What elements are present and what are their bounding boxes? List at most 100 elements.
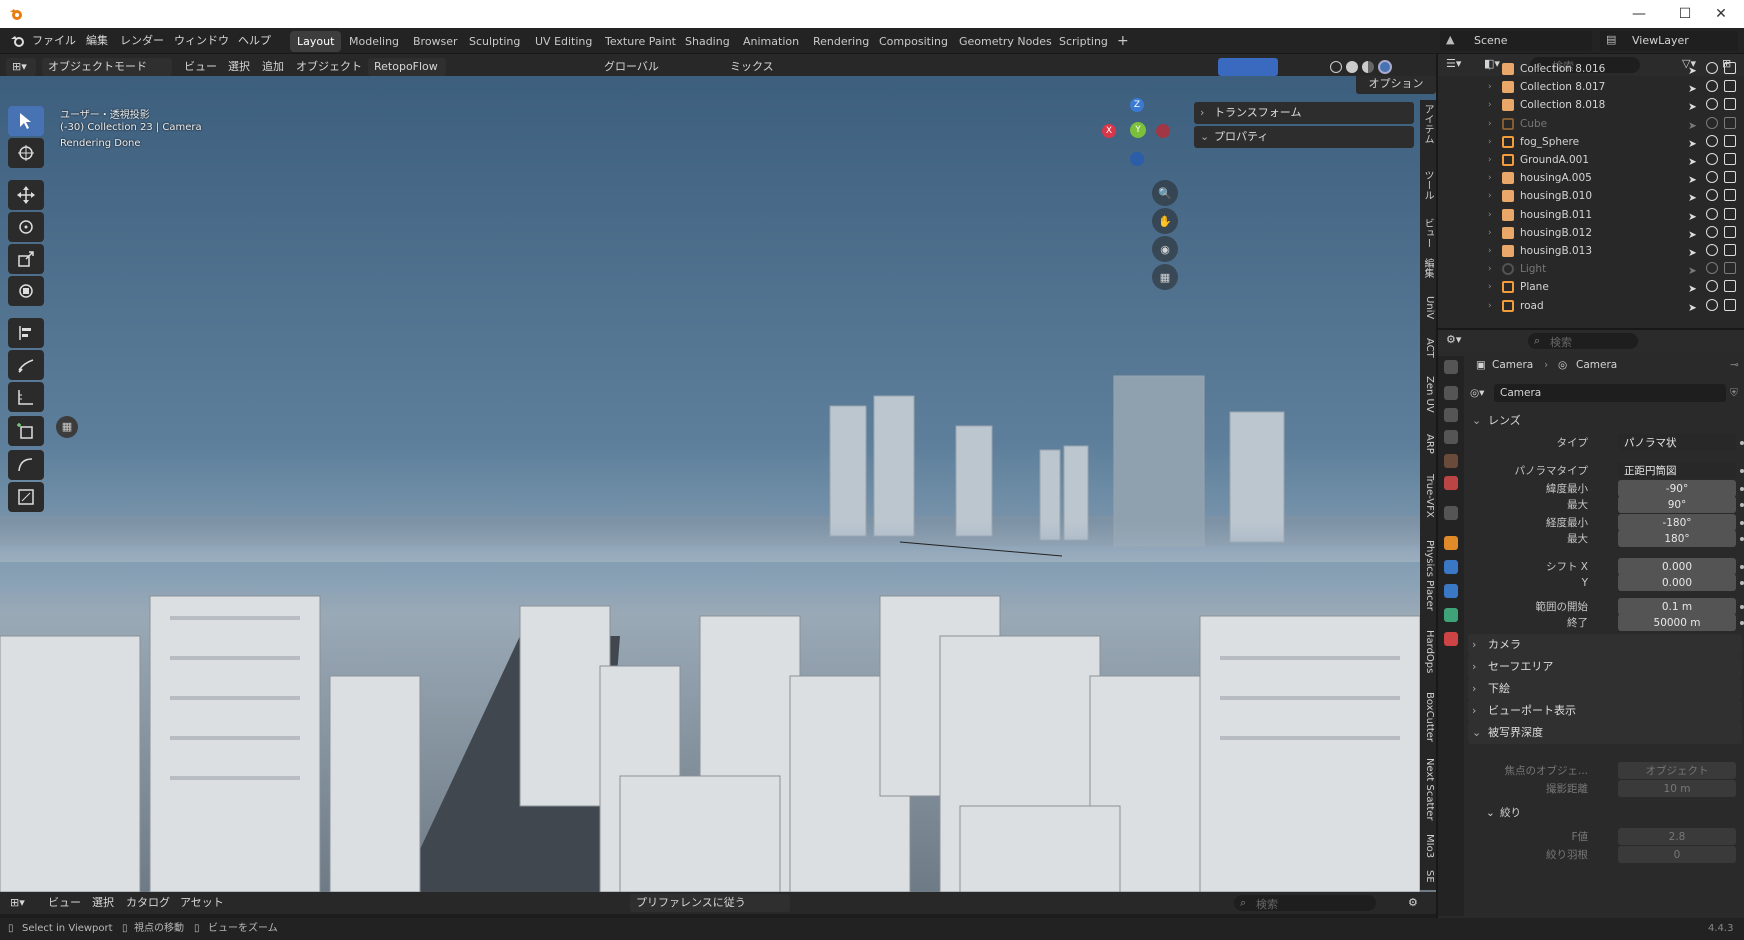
expand-arrow-icon[interactable]: › bbox=[1488, 260, 1492, 278]
tool-tab-icon[interactable] bbox=[1444, 360, 1458, 374]
lens-field-value[interactable]: 0.000 bbox=[1618, 574, 1736, 591]
select-arrow-icon[interactable]: ➤ bbox=[1688, 226, 1700, 241]
tab-texture-paint[interactable]: Texture Paint bbox=[598, 31, 683, 52]
lens-field-value[interactable]: 0.1 m bbox=[1618, 598, 1736, 615]
outliner-row[interactable]: › Light ➤ bbox=[1438, 260, 1744, 278]
tab-sculpting[interactable]: Sculpting bbox=[462, 31, 527, 52]
camera-render-icon[interactable] bbox=[1724, 298, 1736, 311]
expand-arrow-icon[interactable]: › bbox=[1488, 187, 1492, 205]
tab-view[interactable]: ビュー bbox=[1421, 218, 1435, 248]
retopoflow-dropdown[interactable]: RetopoFlow bbox=[368, 58, 446, 76]
expand-arrow-icon[interactable]: › bbox=[1488, 151, 1492, 169]
pan-hand-icon[interactable]: ✋ bbox=[1152, 208, 1178, 234]
select-arrow-icon[interactable]: ➤ bbox=[1688, 262, 1700, 277]
outliner-row[interactable]: › housingB.012 ➤ bbox=[1438, 224, 1744, 242]
camera-render-icon[interactable] bbox=[1724, 153, 1736, 165]
camera-view-icon[interactable]: ◉ bbox=[1152, 236, 1178, 262]
scale-tool-button[interactable] bbox=[8, 244, 44, 274]
eye-icon[interactable] bbox=[1706, 62, 1718, 74]
fstop-field[interactable]: 2.8 bbox=[1618, 828, 1736, 845]
boxcutter-tool-button[interactable] bbox=[8, 482, 44, 512]
eye-icon[interactable] bbox=[1706, 298, 1718, 311]
eye-icon[interactable] bbox=[1706, 116, 1718, 129]
camera-render-icon[interactable] bbox=[1724, 80, 1736, 93]
expand-arrow-icon[interactable]: › bbox=[1488, 169, 1492, 187]
camera-data-tab-icon[interactable] bbox=[1444, 608, 1458, 622]
minimize-button[interactable]: — bbox=[1616, 0, 1662, 28]
section-header[interactable]: ビューポート表示 bbox=[1468, 700, 1742, 722]
outliner-row[interactable]: › housingB.011 ➤ bbox=[1438, 206, 1744, 224]
focus-object-field[interactable]: オブジェクト bbox=[1618, 762, 1736, 779]
camera-render-icon[interactable] bbox=[1724, 189, 1736, 202]
lens-field-value[interactable]: 正距円筒図 bbox=[1618, 462, 1736, 479]
select-arrow-icon[interactable]: ➤ bbox=[1688, 117, 1700, 132]
lens-field-value[interactable]: パノラマ状 bbox=[1618, 434, 1736, 451]
tab-uv-editing[interactable]: UV Editing bbox=[528, 31, 599, 52]
scene-tab-icon[interactable] bbox=[1444, 454, 1458, 468]
expand-arrow-icon[interactable]: › bbox=[1488, 133, 1492, 151]
properties-panel-header[interactable]: プロパティ bbox=[1194, 126, 1414, 148]
keyframe-dot-icon[interactable] bbox=[1740, 503, 1744, 507]
tab-animation[interactable]: Animation bbox=[736, 31, 806, 52]
eye-icon[interactable] bbox=[1706, 244, 1718, 256]
eye-icon[interactable] bbox=[1706, 225, 1718, 238]
select-arrow-icon[interactable]: ➤ bbox=[1688, 80, 1700, 95]
menu-view[interactable]: ビュー bbox=[184, 58, 217, 76]
tab-scripting[interactable]: Scripting bbox=[1052, 31, 1115, 52]
select-arrow-icon[interactable]: ➤ bbox=[1688, 208, 1700, 223]
aperture-row[interactable]: ⌄ 絞り bbox=[1464, 804, 1744, 822]
select-arrow-icon[interactable]: ➤ bbox=[1688, 153, 1700, 168]
physics-tab-icon[interactable] bbox=[1444, 584, 1458, 598]
blender-menu-icon[interactable] bbox=[10, 33, 26, 49]
rotate-tool-button[interactable] bbox=[8, 212, 44, 242]
lens-field-value[interactable]: 50000 m bbox=[1618, 614, 1736, 631]
outliner-row[interactable]: › Plane ➤ bbox=[1438, 278, 1744, 296]
eye-icon[interactable] bbox=[1706, 280, 1718, 293]
tab-mio3[interactable]: MIo3 bbox=[1421, 834, 1435, 858]
add-workspace-icon[interactable]: + bbox=[1110, 31, 1136, 52]
expand-arrow-icon[interactable]: › bbox=[1488, 278, 1492, 296]
tab-shading[interactable]: Shading bbox=[678, 31, 737, 52]
outliner-row[interactable]: › housingB.013 ➤ bbox=[1438, 242, 1744, 260]
select-arrow-icon[interactable]: ➤ bbox=[1688, 171, 1700, 186]
tab-compositing[interactable]: Compositing bbox=[872, 31, 955, 52]
tab-true-vfx[interactable]: True-VFX bbox=[1421, 474, 1435, 518]
menu-help[interactable]: ヘルプ bbox=[238, 32, 271, 48]
texture-tab-icon[interactable] bbox=[1444, 632, 1458, 646]
transform-orientation-dropdown[interactable]: グローバル bbox=[604, 58, 659, 76]
expand-arrow-icon[interactable]: › bbox=[1488, 297, 1492, 315]
view-layer-selector[interactable]: ▤ ViewLayer bbox=[1600, 31, 1738, 51]
select-arrow-icon[interactable]: ➤ bbox=[1688, 135, 1700, 150]
axis-x-icon[interactable]: X bbox=[1102, 124, 1116, 138]
eye-icon[interactable] bbox=[1706, 189, 1718, 202]
keyframe-dot-icon[interactable] bbox=[1740, 487, 1744, 491]
move-tool-button[interactable] bbox=[8, 180, 44, 210]
keyframe-dot-icon[interactable] bbox=[1740, 441, 1744, 445]
section-header[interactable]: 下絵 bbox=[1468, 678, 1742, 700]
options-dropdown[interactable]: オプション bbox=[1356, 76, 1436, 94]
expand-arrow-icon[interactable]: › bbox=[1488, 115, 1492, 133]
axis-y-icon[interactable]: Y bbox=[1130, 122, 1146, 138]
tab-univ[interactable]: UniV bbox=[1421, 296, 1435, 319]
camera-render-icon[interactable] bbox=[1724, 262, 1736, 275]
tab-tool[interactable]: ツール bbox=[1421, 170, 1435, 200]
retopo-tool-button[interactable] bbox=[8, 450, 44, 480]
tab-arp[interactable]: ARP bbox=[1421, 434, 1435, 454]
lens-field-value[interactable]: 0.000 bbox=[1618, 558, 1736, 575]
select-arrow-icon[interactable]: ➤ bbox=[1688, 62, 1700, 77]
axis-z-icon[interactable]: Z bbox=[1130, 98, 1144, 112]
tab-boxcutter[interactable]: BoxCutter bbox=[1421, 692, 1435, 742]
eye-icon[interactable] bbox=[1706, 98, 1718, 111]
camera-render-icon[interactable] bbox=[1724, 98, 1736, 111]
axis-neg-z-icon[interactable] bbox=[1130, 152, 1144, 166]
preference-dropdown[interactable]: プリファレンスに従う bbox=[630, 894, 790, 912]
keyframe-dot-icon[interactable] bbox=[1740, 537, 1744, 541]
outliner-row[interactable]: › GroundA.001 ➤ bbox=[1438, 151, 1744, 169]
outliner-row[interactable]: › fog_Sphere ➤ bbox=[1438, 133, 1744, 151]
close-button[interactable]: ✕ bbox=[1698, 0, 1744, 28]
keyframe-dot-icon[interactable] bbox=[1740, 521, 1744, 525]
outliner-row[interactable]: › Collection 8.018 ➤ bbox=[1438, 96, 1744, 114]
expand-arrow-icon[interactable]: › bbox=[1488, 242, 1492, 260]
outliner-row[interactable]: › road ➤ bbox=[1438, 297, 1744, 315]
object-tab-icon[interactable] bbox=[1444, 536, 1458, 550]
